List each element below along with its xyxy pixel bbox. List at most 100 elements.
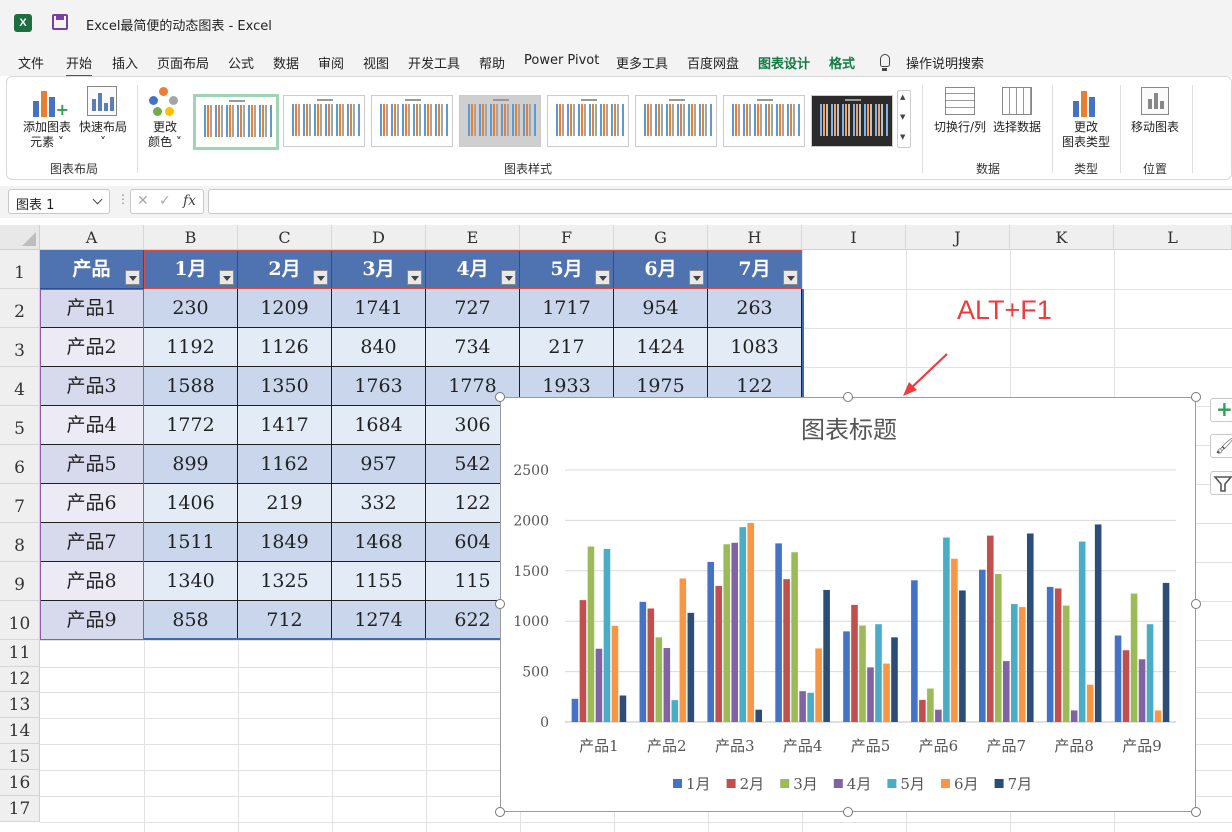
resize-handle[interactable]	[1191, 392, 1201, 402]
cell-b2[interactable]: 230	[144, 289, 238, 328]
row-header-4[interactable]: 4	[0, 367, 40, 406]
column-header-d[interactable]: D	[332, 225, 426, 250]
check-icon[interactable]: ✓	[159, 193, 171, 209]
chart-style-6[interactable]	[635, 95, 717, 147]
cell-h3[interactable]: 1083	[708, 328, 802, 367]
cell-f3[interactable]: 217	[520, 328, 614, 367]
move-chart-icon[interactable]	[1141, 87, 1169, 115]
gallery-down-icon[interactable]: ▼	[900, 113, 905, 121]
filter-dropdown-icon[interactable]	[689, 270, 704, 285]
chart-filters-button[interactable]	[1210, 471, 1232, 495]
add-chart-element-button[interactable]: 添加图表 元素 ˅	[17, 120, 77, 150]
filter-dropdown-icon[interactable]	[501, 270, 516, 285]
tab-more-tools[interactable]: 更多工具	[616, 53, 668, 72]
tab-insert[interactable]: 插入	[112, 53, 138, 72]
column-header-k[interactable]: K	[1010, 225, 1114, 250]
resize-handle[interactable]	[1191, 807, 1201, 817]
chart-style-5[interactable]	[547, 95, 629, 147]
cell-c7[interactable]: 219	[238, 484, 332, 523]
cell-a10[interactable]: 产品9	[40, 601, 144, 640]
cell-c5[interactable]: 1417	[238, 406, 332, 445]
tab-home[interactable]: 开始	[66, 53, 93, 78]
tab-developer[interactable]: 开发工具	[408, 53, 460, 72]
chart-styles-button[interactable]: 🖌	[1210, 434, 1232, 458]
cell-b8[interactable]: 1511	[144, 523, 238, 562]
tab-format[interactable]: 格式	[829, 53, 855, 72]
row-header-8[interactable]: 8	[0, 523, 40, 562]
table-header-d[interactable]: 3月	[332, 250, 426, 289]
gallery-scroll[interactable]: ▲ ▼ ▼	[897, 90, 911, 148]
cell-c8[interactable]: 1849	[238, 523, 332, 562]
insert-function-icon[interactable]: fx	[183, 193, 196, 209]
table-header-e[interactable]: 4月	[426, 250, 520, 289]
cell-b6[interactable]: 899	[144, 445, 238, 484]
column-header-l[interactable]: L	[1114, 225, 1232, 250]
column-header-j[interactable]: J	[906, 225, 1010, 250]
cell-a6[interactable]: 产品5	[40, 445, 144, 484]
formula-input[interactable]	[208, 189, 1232, 214]
tab-help[interactable]: 帮助	[479, 53, 505, 72]
resize-handle[interactable]	[495, 807, 505, 817]
resize-handle[interactable]	[843, 392, 853, 402]
tab-power-pivot[interactable]: Power Pivot	[524, 53, 599, 68]
gallery-more-icon[interactable]: ▼	[900, 133, 905, 141]
change-chart-type-button[interactable]: 更改 图表类型	[1057, 120, 1115, 150]
column-header-g[interactable]: G	[614, 225, 708, 250]
chart-style-4[interactable]	[459, 95, 541, 147]
move-chart-button[interactable]: 移动图表	[1125, 120, 1185, 135]
cell-c6[interactable]: 1162	[238, 445, 332, 484]
tab-page-layout[interactable]: 页面布局	[157, 53, 209, 72]
row-header-1[interactable]: 1	[0, 250, 40, 289]
row-header-9[interactable]: 9	[0, 562, 40, 601]
column-header-f[interactable]: F	[520, 225, 614, 250]
tab-view[interactable]: 视图	[363, 53, 389, 72]
resize-handle[interactable]	[495, 392, 505, 402]
cell-c4[interactable]: 1350	[238, 367, 332, 406]
cell-c10[interactable]: 712	[238, 601, 332, 640]
filter-dropdown-icon[interactable]	[219, 270, 234, 285]
tab-chart-design[interactable]: 图表设计	[758, 53, 810, 72]
row-header-11[interactable]: 11	[0, 640, 40, 667]
cell-a5[interactable]: 产品4	[40, 406, 144, 445]
cell-d4[interactable]: 1763	[332, 367, 426, 406]
cell-e2[interactable]: 727	[426, 289, 520, 328]
cell-a4[interactable]: 产品3	[40, 367, 144, 406]
cell-d3[interactable]: 840	[332, 328, 426, 367]
column-header-b[interactable]: B	[144, 225, 238, 250]
filter-dropdown-icon[interactable]	[125, 270, 140, 285]
row-header-10[interactable]: 10	[0, 601, 40, 640]
row-header-6[interactable]: 6	[0, 445, 40, 484]
row-header-5[interactable]: 5	[0, 406, 40, 445]
tell-me-search[interactable]: 操作说明搜索	[906, 53, 984, 72]
resize-handle[interactable]	[843, 807, 853, 817]
chart[interactable]: 图表标题 0 500 1000 1500 2000 2500 产品1 产品2 产品3 产品4 产品5 产…	[500, 397, 1196, 812]
row-header-16[interactable]: 16	[0, 770, 40, 796]
tab-review[interactable]: 审阅	[318, 53, 344, 72]
cell-b9[interactable]: 1340	[144, 562, 238, 601]
column-header-a[interactable]: A	[40, 225, 144, 250]
table-header-product[interactable]: 产品	[40, 250, 144, 289]
quick-layout-icon[interactable]	[87, 86, 117, 116]
filter-dropdown-icon[interactable]	[313, 270, 328, 285]
table-header-h[interactable]: 7月	[708, 250, 802, 289]
cell-a2[interactable]: 产品1	[40, 289, 144, 328]
filter-dropdown-icon[interactable]	[595, 270, 610, 285]
cell-e3[interactable]: 734	[426, 328, 520, 367]
cell-b4[interactable]: 1588	[144, 367, 238, 406]
cancel-icon[interactable]: ✕	[137, 193, 149, 209]
row-header-12[interactable]: 12	[0, 667, 40, 692]
chart-style-3[interactable]	[371, 95, 453, 147]
cell-f2[interactable]: 1717	[520, 289, 614, 328]
tab-baidu-netdisk[interactable]: 百度网盘	[687, 53, 739, 72]
cell-b10[interactable]: 858	[144, 601, 238, 640]
cell-a9[interactable]: 产品8	[40, 562, 144, 601]
change-chart-type-icon[interactable]	[1073, 87, 1103, 117]
row-header-3[interactable]: 3	[0, 328, 40, 367]
add-chart-element-icon[interactable]: +	[33, 87, 69, 119]
switch-row-column-button[interactable]: 切换行/列	[927, 120, 993, 135]
chart-style-8[interactable]	[811, 95, 893, 147]
chart-style-1[interactable]	[193, 94, 279, 150]
select-all-corner[interactable]	[0, 225, 40, 250]
cell-d2[interactable]: 1741	[332, 289, 426, 328]
select-data-button[interactable]: 选择数据	[991, 120, 1043, 135]
